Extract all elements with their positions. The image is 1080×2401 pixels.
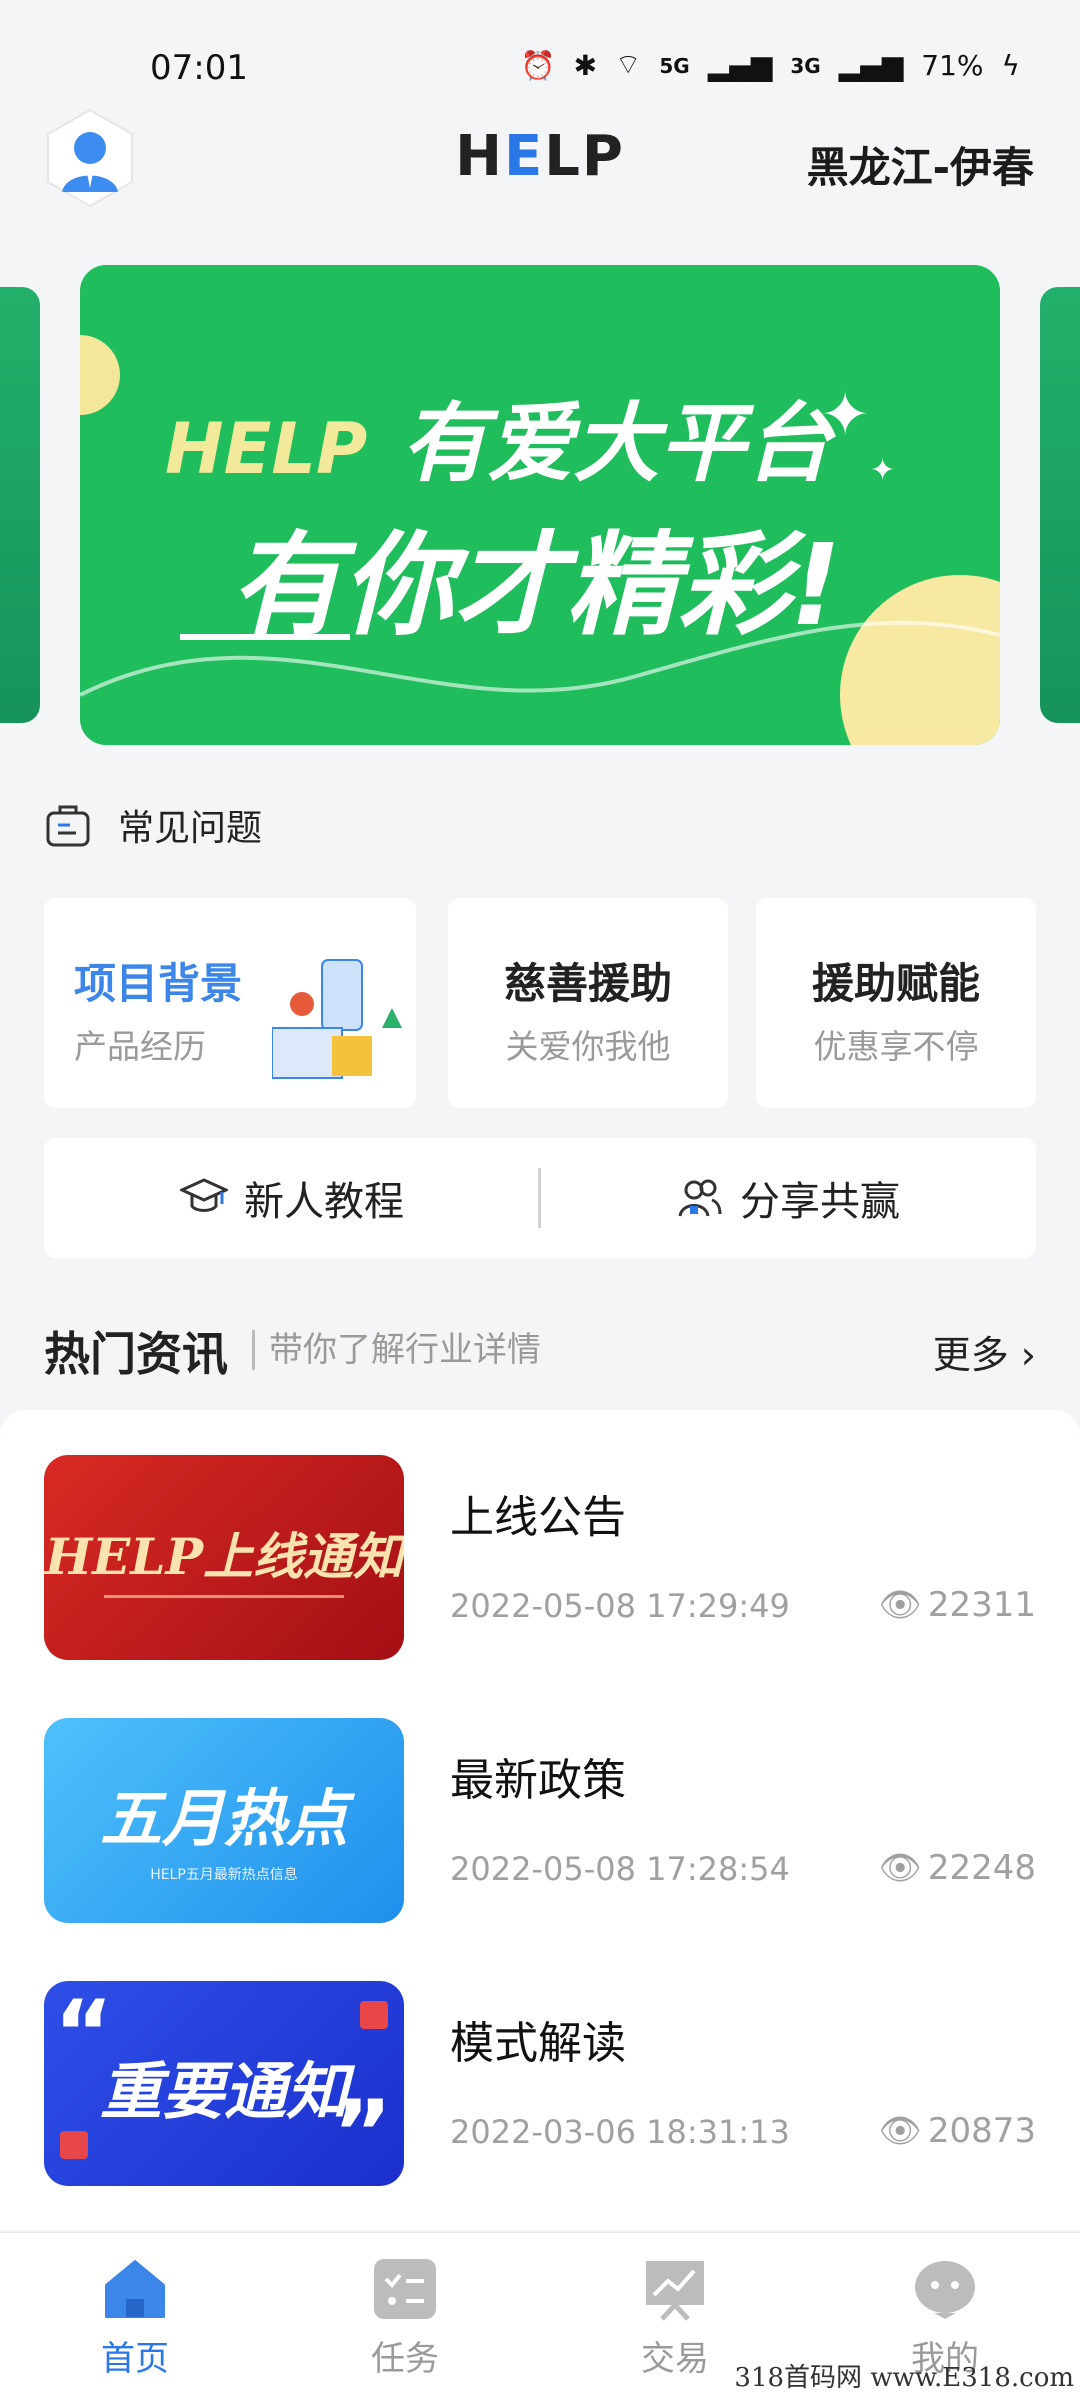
feature-cards: 项目背景 产品经历 慈善援助 关爱你我他 援助赋能 优惠享不停 xyxy=(44,898,1036,1108)
news-title: 上线公告 xyxy=(450,1492,626,1543)
signal-icon: ▂▄▆ xyxy=(707,49,773,82)
banner-headline-1: HELP 有爱大平台 xyxy=(165,394,832,494)
charging-icon: ϟ xyxy=(1001,49,1020,82)
network-3g: 3G xyxy=(790,53,821,78)
chevron-right-icon: › xyxy=(1020,1333,1036,1377)
profile-icon xyxy=(915,2261,975,2319)
share-label: 分享共赢 xyxy=(740,1179,900,1225)
task-icon xyxy=(374,2259,436,2319)
faq-link[interactable]: 常见问题 xyxy=(44,790,262,860)
card-project-background[interactable]: 项目背景 产品经历 xyxy=(44,898,416,1108)
card-subtitle: 关爱你我他 xyxy=(505,1027,671,1066)
news-section-header: 热门资讯 带你了解行业详情 更多 › xyxy=(44,1318,1036,1388)
tutorial-label: 新人教程 xyxy=(244,1179,404,1225)
tab-label: 交易 xyxy=(641,2339,709,2379)
quote-close-icon: ” xyxy=(332,2081,392,2186)
view-count: 👁 22248 xyxy=(878,1848,1036,1888)
news-title: 最新政策 xyxy=(450,1755,626,1806)
svg-text:✦: ✦ xyxy=(870,453,895,488)
section-subtitle: 带你了解行业详情 xyxy=(252,1330,541,1370)
list-item[interactable]: HELP上线通知 上线公告 2022-05-08 17:29:49 👁 22311 xyxy=(44,1455,1036,1660)
news-date: 2022-05-08 17:28:54 xyxy=(450,1850,790,1888)
tab-label: 首页 xyxy=(101,2339,169,2379)
card-aid-empowerment[interactable]: 援助赋能 优惠享不停 xyxy=(756,898,1036,1108)
eye-icon: 👁 xyxy=(878,1848,922,1888)
thumbnail-text: 五月热点 xyxy=(99,1782,348,1855)
news-date: 2022-05-08 17:29:49 xyxy=(450,1587,790,1625)
news-list: HELP上线通知 上线公告 2022-05-08 17:29:49 👁 22311… xyxy=(0,1410,1080,2230)
bluetooth-icon: ✱ xyxy=(573,49,598,82)
list-item[interactable]: 五月热点 HELP五月最新热点信息 最新政策 2022-05-08 17:28:… xyxy=(44,1718,1036,1923)
eye-icon: 👁 xyxy=(878,1585,922,1625)
battery-level: 71% xyxy=(921,49,984,82)
speaker-icon xyxy=(60,2131,88,2159)
news-date: 2022-03-06 18:31:13 xyxy=(450,2113,790,2151)
news-thumbnail: HELP上线通知 xyxy=(44,1455,404,1660)
share-button[interactable]: 分享共赢 xyxy=(540,1138,1036,1258)
tab-home[interactable]: 首页 xyxy=(55,2257,215,2380)
card-title: 项目背景 xyxy=(74,959,243,1008)
news-title: 模式解读 xyxy=(450,2018,626,2069)
app-header: HELP 黑龙江-伊春 xyxy=(0,100,1080,220)
graduation-cap-icon xyxy=(180,1178,228,1212)
city-selector[interactable]: 黑龙江-伊春 xyxy=(807,134,1034,195)
tutorial-button[interactable]: 新人教程 xyxy=(44,1138,540,1258)
banner-next-slide[interactable] xyxy=(1040,287,1080,723)
eye-icon: 👁 xyxy=(878,2111,922,2151)
thumbnail-subtext: HELP五月最新热点信息 xyxy=(150,1867,298,1883)
tab-trade[interactable]: 交易 xyxy=(595,2257,755,2380)
status-time: 07:01 xyxy=(150,48,248,88)
home-icon xyxy=(105,2260,165,2318)
quick-links: 新人教程 分享共赢 xyxy=(44,1138,1036,1258)
status-icons: ⏰ ✱ ⌔ 5G ▂▄▆ 3G ▂▄▆ 71% ϟ xyxy=(521,48,1020,83)
speaker-icon xyxy=(360,2001,388,2029)
network-5g: 5G xyxy=(659,53,690,78)
tab-tasks[interactable]: 任务 xyxy=(325,2257,485,2380)
banner-carousel[interactable]: ✦ ✦ HELP 有爱大平台 有你才精彩! xyxy=(0,265,1080,750)
tab-label: 任务 xyxy=(371,2339,439,2379)
signal-icon-2: ▂▄▆ xyxy=(838,49,904,82)
alarm-icon: ⏰ xyxy=(520,49,556,82)
thumbnail-decoration xyxy=(104,1595,344,1598)
faq-label: 常见问题 xyxy=(118,808,263,849)
news-thumbnail: “ 重要通知 ” xyxy=(44,1981,404,2186)
view-count: 👁 20873 xyxy=(878,2111,1036,2151)
banner-slide[interactable]: ✦ ✦ HELP 有爱大平台 有你才精彩! xyxy=(80,265,1000,745)
banner-prev-slide[interactable] xyxy=(0,287,40,723)
section-title: 热门资讯 xyxy=(44,1327,228,1381)
card-subtitle: 优惠享不停 xyxy=(813,1027,979,1066)
view-count: 👁 22311 xyxy=(878,1585,1036,1625)
card-charity-aid[interactable]: 慈善援助 关爱你我他 xyxy=(448,898,728,1108)
list-item[interactable]: “ 重要通知 ” 模式解读 2022-03-06 18:31:13 👁 20873 xyxy=(44,1981,1036,2186)
thumbnail-text: HELP上线通知 xyxy=(44,1527,404,1586)
trade-icon xyxy=(646,2261,704,2321)
card-title: 慈善援助 xyxy=(503,959,672,1008)
card-title: 援助赋能 xyxy=(811,959,980,1008)
card-subtitle: 产品经历 xyxy=(74,1027,206,1066)
more-link[interactable]: 更多 › xyxy=(933,1324,1036,1379)
project-illustration-icon xyxy=(272,959,402,1079)
news-thumbnail: 五月热点 HELP五月最新热点信息 xyxy=(44,1718,404,1923)
watermark: 318首码网 www.E318.com xyxy=(734,2363,1074,2393)
faq-icon xyxy=(46,805,90,847)
wifi-icon: ⌔ xyxy=(615,48,642,81)
status-bar: 07:01 ⏰ ✱ ⌔ 5G ▂▄▆ 3G ▂▄▆ 71% ϟ xyxy=(0,0,1080,100)
users-icon xyxy=(678,1179,722,1217)
banner-headline-2: 有你才精彩! xyxy=(230,521,842,651)
